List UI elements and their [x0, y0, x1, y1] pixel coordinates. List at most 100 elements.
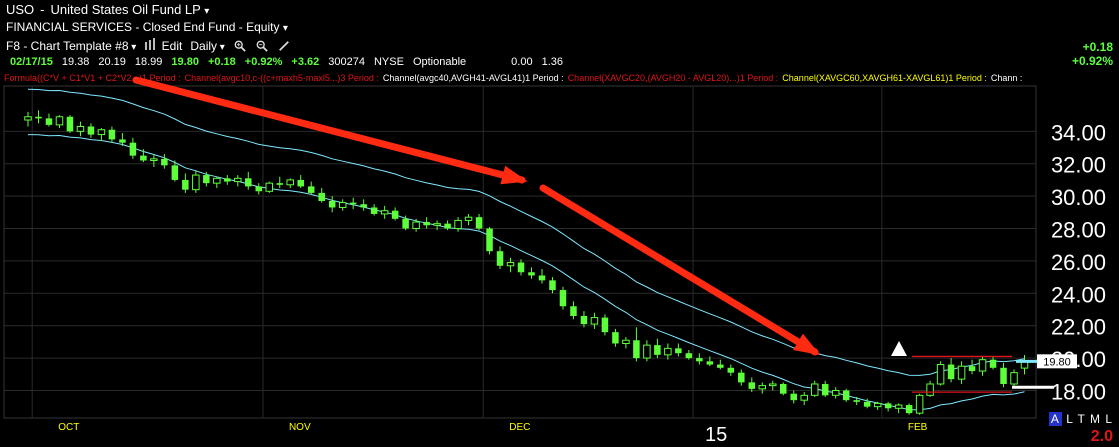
candle-body: [45, 118, 53, 125]
candle-body: [863, 401, 871, 407]
mode-labels[interactable]: L T M L: [1066, 412, 1113, 426]
candle-body: [601, 317, 609, 333]
candle-body: [66, 116, 74, 132]
trend-arrow-line: [539, 184, 819, 356]
chart-mode-controls[interactable]: A L T M L: [1048, 412, 1113, 426]
candle-body: [265, 182, 274, 192]
candle-body: [24, 116, 32, 121]
candle-body: [696, 358, 703, 362]
alert-marker-icon: [891, 341, 907, 356]
y-tick-label: 34.00: [1051, 120, 1106, 145]
candle-body: [517, 262, 525, 273]
candle-body: [779, 383, 787, 394]
candle-body: [915, 394, 924, 414]
candle-body: [402, 218, 409, 229]
x-tick-label: NOV: [289, 422, 311, 433]
candle-body: [119, 139, 126, 143]
trend-arrow-line: [132, 76, 526, 184]
candle-body: [528, 272, 535, 276]
plot-frame: [3, 85, 1037, 419]
candle-body: [831, 389, 840, 396]
candle-body: [87, 126, 95, 135]
candle-body: [559, 290, 567, 307]
y-tick-label: 24.00: [1051, 282, 1106, 307]
candle-body: [486, 228, 493, 252]
candle-body: [338, 202, 347, 208]
trend-arrow-head: [500, 165, 528, 185]
candle-body: [758, 385, 767, 390]
candle-body: [947, 364, 955, 380]
candle-body: [234, 177, 242, 183]
candle-body: [380, 210, 389, 215]
candle-body: [727, 367, 735, 373]
candle-body: [370, 207, 378, 214]
candle-body: [738, 372, 745, 383]
candle-body: [957, 365, 966, 380]
alt-toggle[interactable]: A: [1048, 412, 1062, 426]
candle-body: [748, 382, 756, 389]
candle-body: [769, 383, 777, 387]
candle-body: [360, 204, 367, 208]
candle-body: [150, 158, 158, 161]
candle-body: [936, 364, 945, 385]
last-price-label: 19.80: [1043, 356, 1071, 368]
candle-body: [171, 165, 179, 180]
candle-body: [506, 262, 515, 267]
candle-body: [717, 364, 724, 368]
trend-arrow-head: [793, 333, 821, 356]
candle-body: [1010, 372, 1018, 385]
candle-body: [140, 155, 147, 161]
candle-body: [328, 200, 336, 208]
candle-body: [444, 223, 451, 229]
candle-body: [675, 348, 682, 354]
candle-body: [989, 359, 997, 368]
candle-body: [905, 405, 913, 414]
x-tick-label: FEB: [908, 422, 928, 433]
candle-body: [35, 116, 42, 119]
candle-body: [349, 202, 357, 205]
candle-body: [894, 404, 903, 409]
candle-body: [968, 366, 976, 372]
y-tick-label: 18.00: [1051, 379, 1106, 404]
candle-body: [412, 221, 420, 230]
candle-body: [475, 217, 483, 229]
y-tick-label: 30.00: [1051, 185, 1106, 210]
y-tick-label: 22.00: [1051, 315, 1106, 340]
price-chart[interactable]: 34.0032.0030.0028.0026.0024.0022.0020.00…: [0, 0, 1119, 447]
candle-body: [276, 183, 284, 185]
candle-body: [643, 344, 651, 359]
candle-body: [842, 390, 850, 401]
candle-body: [182, 179, 189, 190]
candle-body: [433, 223, 441, 226]
candle-body: [685, 353, 693, 359]
candle-body: [926, 383, 934, 396]
y-tick-label: 32.00: [1051, 153, 1106, 178]
candle-body: [873, 402, 882, 408]
candle-body: [810, 383, 819, 396]
candle-body: [245, 178, 252, 187]
candle-body: [255, 186, 263, 192]
candle-body: [454, 219, 462, 230]
x-tick-label: DEC: [509, 422, 530, 433]
candle-body: [1000, 367, 1007, 384]
candle-body: [224, 178, 231, 182]
candle-body: [853, 400, 860, 402]
candle-body: [203, 175, 210, 184]
candle-body: [129, 142, 137, 156]
candle-body: [213, 177, 221, 184]
candle-body: [307, 186, 315, 193]
candle-body: [318, 192, 325, 201]
candle-body: [538, 275, 546, 281]
candle-body: [76, 125, 85, 132]
candle-body: [570, 306, 577, 316]
candle-body: [464, 216, 473, 221]
candle-body: [496, 251, 504, 266]
candle-body: [612, 332, 619, 344]
candle-body: [161, 158, 168, 166]
candle-body: [706, 361, 714, 365]
candle-body: [664, 347, 672, 356]
x-tick-label: OCT: [58, 422, 79, 433]
y-tick-label: 26.00: [1051, 250, 1106, 275]
candle-body: [97, 129, 106, 136]
candle-body: [821, 383, 829, 396]
